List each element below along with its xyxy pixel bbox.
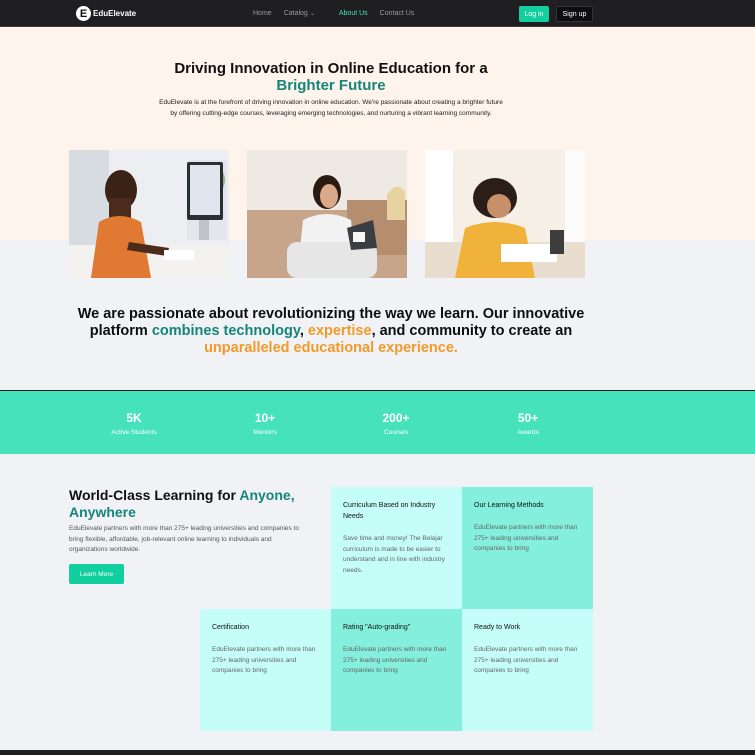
login-button[interactable]: Log in: [519, 6, 549, 22]
mission-statement: We are passionate about revolutionizing …: [60, 306, 602, 357]
hero-title-highlight: Brighter Future: [276, 77, 386, 94]
stat-label: Active Students: [111, 429, 157, 436]
chevron-down-icon: ⌄: [309, 11, 315, 17]
feature-card-title: Our Learning Methods: [474, 502, 544, 509]
top-navbar: E EduElevate Home Catalog ⌄ About Us Cont…: [0, 0, 755, 27]
feature-card-certification: Certification EduElevate partners with m…: [200, 609, 331, 731]
footer-edge: [0, 750, 755, 755]
stat-label: Courses: [383, 429, 409, 436]
feature-card-curriculum: Curriculum Based on Industry Needs Save …: [331, 487, 462, 609]
feature-card-description: EduElevate partners with more than 275+ …: [212, 646, 316, 674]
logo-text: EduElevate: [93, 9, 137, 18]
hero-title: Driving Innovation in Online Education f…: [150, 60, 512, 94]
stat-awards: 50+ Awards: [488, 411, 568, 436]
learning-title: World-Class Learning for Anyone, Anywher…: [69, 487, 331, 521]
signup-button[interactable]: Sign up: [556, 6, 593, 22]
photo-student-at-laptop: [247, 150, 407, 278]
feature-card-description: EduElevate partners with more than 275+ …: [474, 524, 578, 552]
feature-card-description: Save time and money! The Belajar curricu…: [343, 535, 445, 574]
feature-card-ready-to-work: Ready to Work EduElevate partners with m…: [462, 609, 593, 731]
feature-card-title: Curriculum Based on Industry Needs: [343, 502, 436, 520]
stat-mentors: 10+ Mentors: [225, 411, 305, 436]
feature-card-title: Rating "Auto-grading": [343, 624, 411, 631]
logo[interactable]: E EduElevate: [76, 6, 136, 21]
feature-card-description: EduElevate partners with more than 275+ …: [474, 646, 578, 674]
stat-value: 200+: [382, 411, 410, 425]
nav-link-home[interactable]: Home: [253, 10, 272, 17]
feature-card-learning-methods: Our Learning Methods EduElevate partners…: [462, 487, 593, 609]
feature-card-title: Ready to Work: [474, 624, 521, 631]
nav-link-catalog[interactable]: Catalog ⌄: [284, 10, 327, 17]
hero-description: EduElevate is at the forefront of drivin…: [159, 99, 503, 117]
nav-link-about[interactable]: About Us: [339, 10, 368, 17]
stats-banner: 5K Active Students 10+ Mentors 200+ Cour…: [0, 390, 755, 454]
feature-card-title: Certification: [212, 624, 249, 631]
stat-value: 5K: [126, 411, 142, 425]
mission-highlight-expertise: expertise: [307, 323, 372, 339]
photo-student-at-computer: [69, 150, 229, 278]
nav-link-contact[interactable]: Contact Us: [380, 10, 415, 17]
mission-separator: ,: [299, 323, 308, 339]
logo-icon: E: [76, 6, 91, 21]
learning-description: EduElevate partners with more than 275+ …: [69, 525, 299, 553]
feature-card-description: EduElevate partners with more than 275+ …: [343, 646, 447, 674]
mission-text-2: , and community to create an: [371, 323, 573, 339]
nav-link-catalog-label: Catalog: [283, 10, 308, 17]
stat-value: 10+: [254, 411, 276, 425]
learning-title-text: World-Class Learning for: [69, 487, 240, 503]
stat-label: Mentors: [253, 429, 277, 436]
mission-highlight-technology: combines technology: [151, 323, 300, 339]
stat-value: 50+: [517, 411, 539, 425]
stat-courses: 200+ Courses: [356, 411, 436, 436]
photo-student-writing: [425, 150, 585, 278]
nav-links: Home Catalog ⌄ About Us Contact Us: [253, 10, 426, 17]
feature-card-auto-grading: Rating "Auto-grading" EduElevate partner…: [331, 609, 462, 731]
learn-more-button[interactable]: Learn More: [69, 564, 124, 584]
mission-highlight-experience: unparalleled educational experience.: [204, 340, 458, 356]
stat-label: Awards: [517, 429, 539, 436]
stat-students: 5K Active Students: [94, 411, 174, 436]
hero-title-text: Driving Innovation in Online Education f…: [174, 60, 488, 77]
